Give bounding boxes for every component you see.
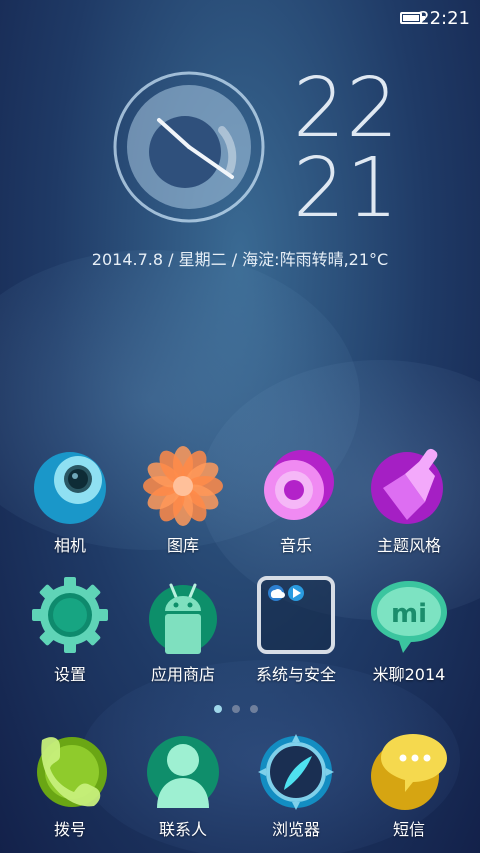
- theme-brush-icon: [369, 446, 449, 526]
- app-mi-chat[interactable]: mi 米聊2014: [354, 575, 464, 685]
- svg-text:mi: mi: [391, 599, 427, 629]
- app-music[interactable]: 音乐: [241, 446, 351, 556]
- app-label: 短信: [392, 820, 425, 839]
- app-label: 设置: [53, 665, 86, 684]
- music-icon: [256, 446, 336, 526]
- app-label: 音乐: [279, 536, 312, 555]
- app-label: 图库: [166, 536, 199, 555]
- sms-icon: [369, 730, 449, 810]
- android-store-icon: [143, 575, 223, 655]
- page-dot[interactable]: [250, 705, 258, 713]
- contacts-icon: [143, 730, 223, 810]
- app-label: 主题风格: [376, 536, 441, 555]
- app-store[interactable]: 应用商店: [128, 575, 238, 685]
- app-browser[interactable]: 浏览器: [241, 730, 351, 840]
- app-label: 应用商店: [150, 665, 215, 684]
- clock-minute: 21: [293, 141, 400, 236]
- clock-widget[interactable]: 22 21 2014.7.8 / 星期二 / 海淀:阵雨转晴,21°C: [0, 60, 480, 270]
- app-settings[interactable]: 设置: [15, 575, 125, 685]
- page-indicator[interactable]: [214, 698, 268, 717]
- status-time: 22:21: [418, 8, 470, 29]
- app-theme[interactable]: 主题风格: [354, 446, 464, 556]
- folder-system-security[interactable]: 系统与安全: [241, 575, 351, 685]
- date-weather-line: 2014.7.8 / 星期二 / 海淀:阵雨转晴,21°C: [91, 250, 389, 269]
- phone-icon: [30, 730, 110, 810]
- app-gallery[interactable]: 图库: [128, 446, 238, 556]
- page-dot-active[interactable]: [214, 705, 222, 713]
- camera-icon: [30, 446, 110, 526]
- app-dialer[interactable]: 拨号: [15, 730, 125, 840]
- status-bar: 22:21: [0, 0, 480, 36]
- app-label: 联系人: [158, 820, 207, 839]
- browser-compass-icon: [256, 730, 336, 810]
- app-label: 相机: [53, 536, 86, 555]
- app-label: 拨号: [53, 820, 86, 839]
- app-sms[interactable]: 短信: [354, 730, 464, 840]
- app-contacts[interactable]: 联系人: [128, 730, 238, 840]
- clock-hour: 22: [293, 61, 400, 156]
- settings-gear-icon: [30, 575, 110, 655]
- mi-chat-icon: mi: [369, 575, 449, 655]
- app-label: 浏览器: [271, 820, 320, 839]
- app-label: 米聊2014: [372, 665, 446, 684]
- app-camera[interactable]: 相机: [15, 446, 125, 556]
- page-dot[interactable]: [232, 705, 240, 713]
- analog-clock-icon: [113, 71, 265, 223]
- app-label: 系统与安全: [255, 665, 336, 684]
- folder-icon: [256, 575, 336, 655]
- gallery-icon: [143, 446, 223, 526]
